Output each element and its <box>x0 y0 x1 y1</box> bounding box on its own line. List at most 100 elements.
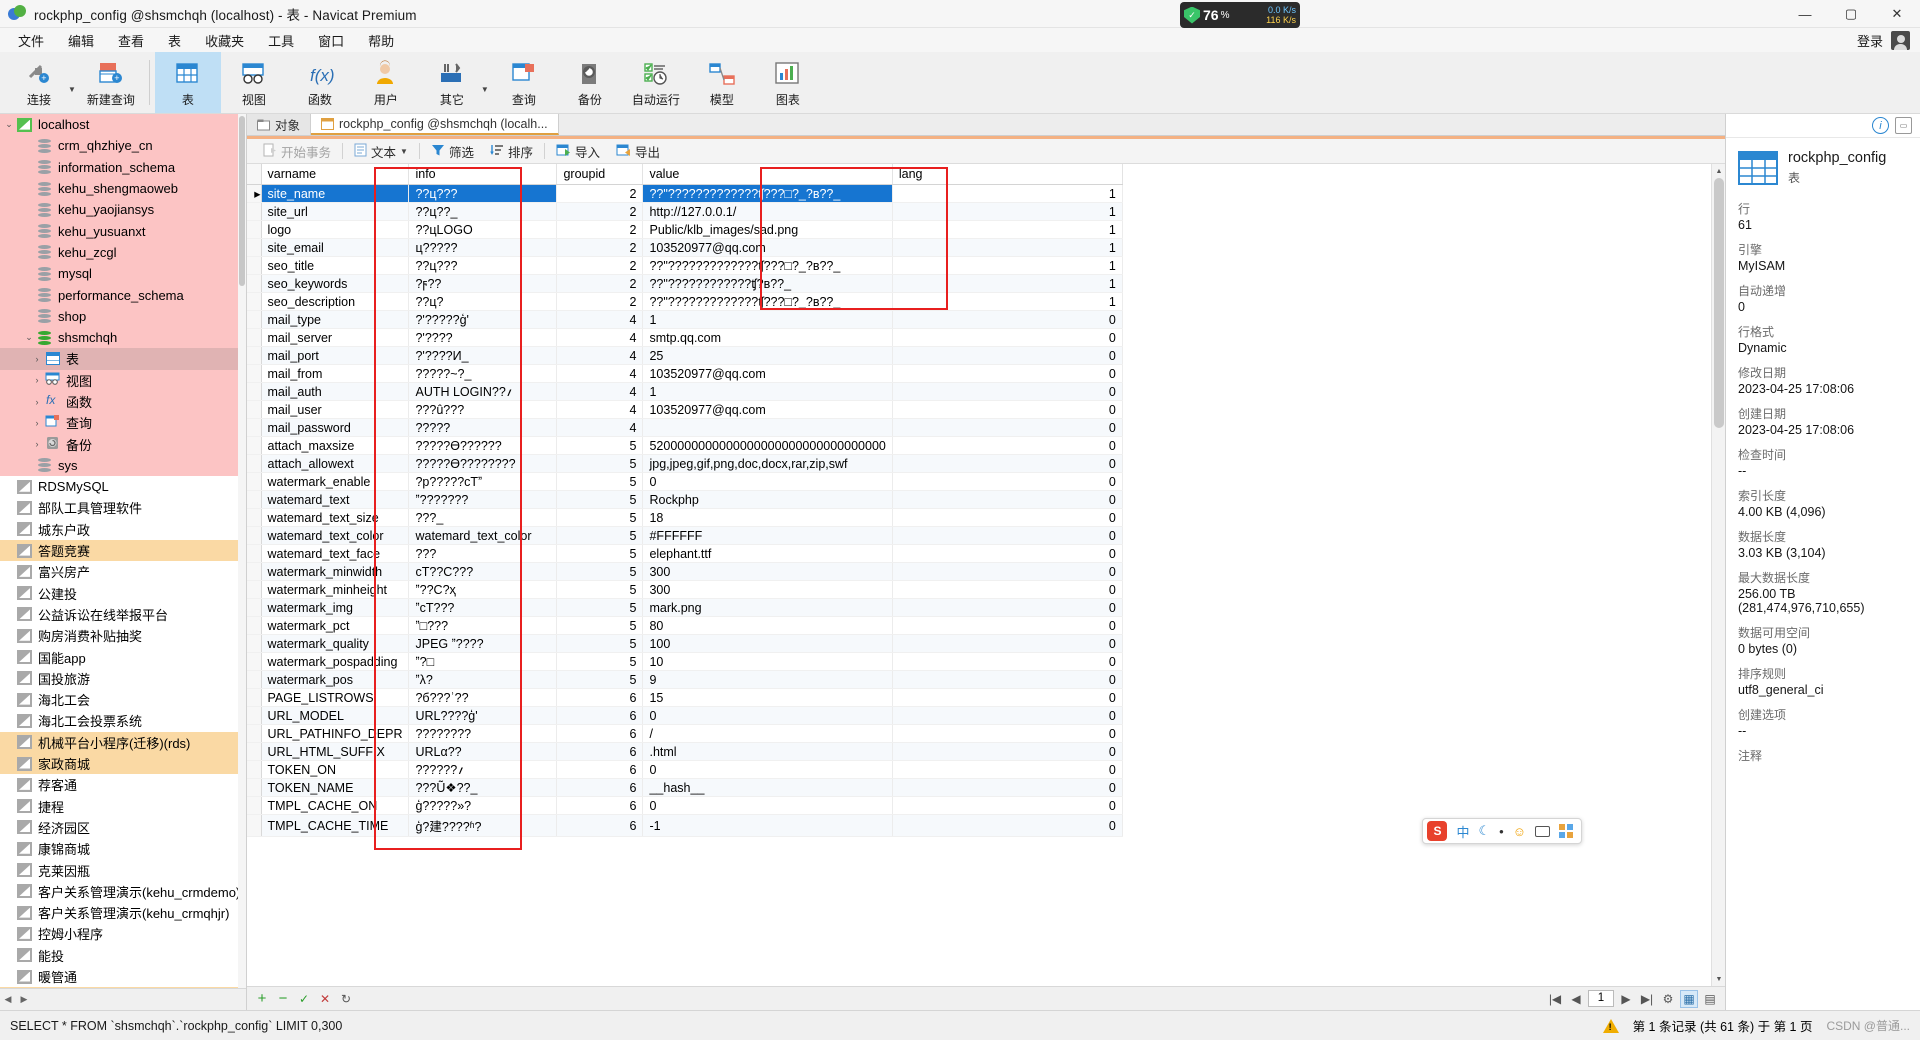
row-marker[interactable] <box>247 293 261 311</box>
filter-button[interactable]: 筛选 <box>423 140 482 162</box>
tree-item-25[interactable]: 国能app <box>0 646 238 667</box>
cell-value[interactable]: 103520977@qq.com <box>643 365 892 383</box>
cell-varname[interactable]: TMPL_CACHE_ON <box>261 797 409 815</box>
last-page-button[interactable]: ▶| <box>1638 990 1656 1008</box>
ribbon-backup-button[interactable]: 备份 <box>557 52 623 113</box>
grid-view-button[interactable]: ▦ <box>1680 990 1698 1008</box>
chevron-down-icon[interactable]: ▼ <box>68 71 76 94</box>
chevron-down-icon[interactable]: ⌄ <box>22 332 36 343</box>
object-tab-0[interactable]: 对象 <box>247 114 311 135</box>
ribbon-connect-button[interactable]: + 连接 <box>6 52 72 113</box>
cell-info[interactable]: ģ?建????ʱ? <box>409 815 557 837</box>
cell-groupid[interactable]: 5 <box>557 563 643 581</box>
cell-varname[interactable]: watemard_text_size <box>261 509 409 527</box>
cell-groupid[interactable]: 4 <box>557 329 643 347</box>
scroll-up-icon[interactable]: ▲ <box>1712 164 1725 178</box>
row-marker[interactable] <box>247 671 261 689</box>
cell-lang[interactable]: 0 <box>892 473 1122 491</box>
chevron-right-icon[interactable]: › <box>30 354 44 364</box>
ime-language-toggle[interactable]: 中 <box>1456 822 1469 841</box>
table-row[interactable]: URL_HTML_SUFFIX URLα??׺ 6 .html 0 <box>247 743 1122 761</box>
cell-value[interactable]: 25 <box>643 347 892 365</box>
chevron-right-icon[interactable]: › <box>30 439 44 449</box>
cell-groupid[interactable]: 5 <box>557 437 643 455</box>
tree-item-11[interactable]: › 表 <box>0 348 238 369</box>
cell-info[interactable]: ?б???ʾ?? <box>409 689 557 707</box>
cell-info[interactable]: ϲT??C??? <box>409 563 557 581</box>
ime-smiley-icon[interactable]: ☺ <box>1513 824 1526 839</box>
cell-value[interactable]: 0 <box>643 473 892 491</box>
cell-value[interactable]: 300 <box>643 581 892 599</box>
table-row[interactable]: PAGE_LISTROWS ?б???ʾ?? 6 15 0 <box>247 689 1122 707</box>
chevron-right-icon[interactable]: › <box>30 418 44 428</box>
table-row[interactable]: TOKEN_ON ??????؍ 6 0 0 <box>247 761 1122 779</box>
cell-groupid[interactable]: 6 <box>557 743 643 761</box>
tree-item-3[interactable]: kehu_shengmaoweb <box>0 178 238 199</box>
cell-value[interactable]: Rockphp <box>643 491 892 509</box>
tree-item-32[interactable]: 捷程 <box>0 796 238 817</box>
tree-item-39[interactable]: 能投 <box>0 945 238 966</box>
cell-lang[interactable]: 0 <box>892 707 1122 725</box>
tree-item-13[interactable]: › fx 函数 <box>0 391 238 412</box>
cell-lang[interactable]: 0 <box>892 383 1122 401</box>
menu-item-1[interactable]: 编辑 <box>56 29 106 52</box>
cell-info[interactable]: ?????Ө?????? <box>409 437 557 455</box>
cell-value[interactable]: 300 <box>643 563 892 581</box>
cell-value[interactable]: mark.png <box>643 599 892 617</box>
cell-groupid[interactable]: 2 <box>557 203 643 221</box>
ribbon-function-button[interactable]: f(x) 函数 <box>287 52 353 113</box>
menu-item-6[interactable]: 窗口 <box>306 29 356 52</box>
cell-value[interactable]: 103520977@qq.com <box>643 239 892 257</box>
minimize-button[interactable]: — <box>1782 0 1828 28</box>
table-row[interactable]: watemard_text_face??? 5 elephant.ttf 0 <box>247 545 1122 563</box>
network-monitor-widget[interactable]: ✓ 76 % 0.0 K/s 116 K/s <box>1180 2 1300 28</box>
cell-groupid[interactable]: 6 <box>557 707 643 725</box>
panel-toggle-icon[interactable]: ▭ <box>1895 117 1912 134</box>
cell-groupid[interactable]: 5 <box>557 671 643 689</box>
table-row[interactable]: ▸ site_name ??ц??? 2 ??"?????????????ʧ???□?_… <box>247 185 1122 203</box>
cell-lang[interactable]: 1 <box>892 221 1122 239</box>
cell-lang[interactable]: 0 <box>892 725 1122 743</box>
ime-dot-icon[interactable]: • <box>1499 824 1504 839</box>
refresh-button[interactable]: ↻ <box>337 990 355 1008</box>
cell-lang[interactable]: 1 <box>892 257 1122 275</box>
table-row[interactable]: watermark_pospadding ˮ?□ 5 10 0 <box>247 653 1122 671</box>
cell-lang[interactable]: 0 <box>892 491 1122 509</box>
cell-lang[interactable]: 0 <box>892 635 1122 653</box>
cell-info[interactable]: URLα??׺ <box>409 743 557 761</box>
cell-value[interactable]: ??"?????????????ʧ???□?_?в??_ <box>643 293 892 311</box>
tree-item-33[interactable]: 经济园区 <box>0 817 238 838</box>
ribbon-view-button[interactable]: 视图 <box>221 52 287 113</box>
cell-info[interactable]: ˮ?□ <box>409 653 557 671</box>
row-marker[interactable] <box>247 599 261 617</box>
form-view-button[interactable]: ▤ <box>1701 990 1719 1008</box>
data-grid[interactable]: varname info groupid value lang ▸ site_name ??ц… <box>247 164 1123 837</box>
first-page-button[interactable]: |◀ <box>1546 990 1564 1008</box>
cell-lang[interactable]: 0 <box>892 329 1122 347</box>
ime-toolbar[interactable]: S 中 ☾ • ☺ <box>1422 818 1582 844</box>
row-marker[interactable] <box>247 563 261 581</box>
row-marker[interactable] <box>247 437 261 455</box>
tree-item-26[interactable]: 国投旅游 <box>0 668 238 689</box>
cell-varname[interactable]: seo_keywords <box>261 275 409 293</box>
table-row[interactable]: watermark_enable ?р?????ϲTˮ 5 0 0 <box>247 473 1122 491</box>
cell-info[interactable]: ?'????И_ <box>409 347 557 365</box>
row-marker[interactable] <box>247 491 261 509</box>
table-row[interactable]: watermark_minheight ˮ??C?ҳ 5 300 0 <box>247 581 1122 599</box>
column-header-info[interactable]: info <box>409 164 557 185</box>
cell-value[interactable]: 18 <box>643 509 892 527</box>
cell-info[interactable]: ???Ũ❖??_ <box>409 779 557 797</box>
cell-groupid[interactable]: 5 <box>557 509 643 527</box>
cell-groupid[interactable]: 5 <box>557 527 643 545</box>
menu-item-5[interactable]: 工具 <box>256 29 306 52</box>
export-button[interactable]: 导出 <box>608 140 668 162</box>
cell-groupid[interactable]: 6 <box>557 779 643 797</box>
tree-item-12[interactable]: › 视图 <box>0 370 238 391</box>
cell-lang[interactable]: 0 <box>892 617 1122 635</box>
table-row[interactable]: mail_server ?'???? 4 smtp.qq.com 0 <box>247 329 1122 347</box>
table-row[interactable]: site_email ц????? 2 103520977@qq.com 1 <box>247 239 1122 257</box>
row-marker[interactable] <box>247 653 261 671</box>
cell-lang[interactable]: 0 <box>892 527 1122 545</box>
cell-groupid[interactable]: 2 <box>557 239 643 257</box>
cell-info[interactable]: AUTH LOGIN??؍ <box>409 383 557 401</box>
